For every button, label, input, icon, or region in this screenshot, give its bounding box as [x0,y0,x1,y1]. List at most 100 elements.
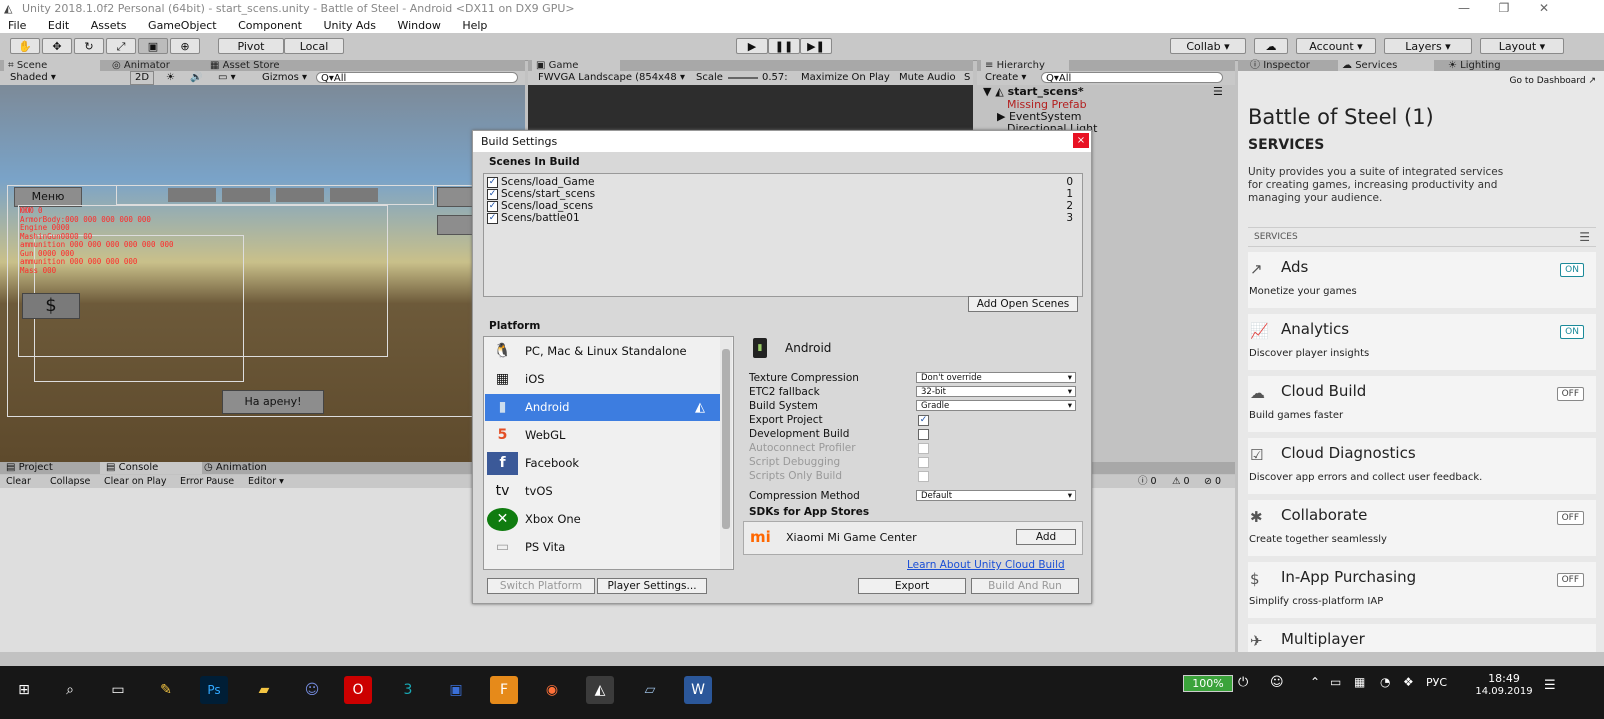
account-dropdown[interactable]: Account ▾ [1296,38,1376,54]
opera-icon[interactable]: O [344,676,372,704]
scene-view[interactable]: Меню ЮЮЮ 0 ArmorBody:000 000 000 000 000… [0,85,525,462]
tab-services[interactable]: ☁ Services [1338,60,1434,71]
language-indicator[interactable]: РУС [1426,676,1447,689]
menu-assets[interactable]: Assets [91,18,127,33]
firefox-icon[interactable]: ◉ [538,676,566,704]
platform-item[interactable]: 🐧 PC, Mac & Linux Standalone [485,338,720,365]
etc2-fallback-select[interactable]: 32-bit [916,386,1076,398]
mute-audio-toggle[interactable]: Mute Audio [899,71,956,85]
scene-row[interactable]: ✓ Scens/load_Game 0 [487,176,1079,188]
scene-checkbox[interactable]: ✓ [487,188,498,200]
clock-time[interactable]: 18:49 [1474,672,1534,685]
scale-tool-icon[interactable]: ⤢ [106,38,136,54]
service-card-iap[interactable]: $ In-App Purchasing OFF Simplify cross-p… [1248,562,1596,618]
switch-platform-button[interactable]: Switch Platform [487,578,595,594]
platform-scrollbar[interactable] [720,337,732,569]
tab-animator[interactable]: ◎ Animator [108,60,174,71]
photoshop-icon[interactable]: Ps [200,676,228,704]
service-card-ads[interactable]: ↗ Ads ON Monetize your games [1248,252,1596,308]
service-card-analytics[interactable]: 📈 Analytics ON Discover player insights [1248,314,1596,370]
tab-console[interactable]: ▤ Console [100,462,202,474]
scene-row[interactable]: ✓ Scens/load_scens 2 [487,200,1079,212]
error-pause-button[interactable]: Error Pause [180,475,234,488]
sdk-add-button[interactable]: Add [1016,529,1076,545]
menu-unity-ads[interactable]: Unity Ads [324,18,376,33]
error-count[interactable]: ⊘ 0 [1204,475,1221,488]
create-dropdown[interactable]: Create ▾ [985,71,1026,85]
lighting-toggle-icon[interactable]: ☀ [166,71,175,85]
tray-app-icon[interactable]: ▭ [1330,675,1341,689]
collapse-button[interactable]: Collapse [50,475,90,488]
dropbox-icon[interactable]: ❖ [1403,675,1414,689]
clear-button[interactable]: Clear [6,475,31,488]
notepad-app-icon[interactable]: ▱ [636,676,664,704]
unity-taskbar-icon[interactable]: ◭ [586,676,614,704]
build-system-select[interactable]: Gradle [916,400,1076,412]
build-and-run-button[interactable]: Build And Run [971,578,1079,594]
move-tool-icon[interactable]: ✥ [42,38,72,54]
transform-tool-icon[interactable]: ⊕ [170,38,200,54]
service-toggle[interactable]: OFF [1556,511,1584,525]
dialog-close-button[interactable]: × [1073,133,1089,148]
platform-item[interactable]: f Facebook [485,450,720,477]
menu-file[interactable]: File [8,18,26,33]
tab-game[interactable]: ▣ Game [532,60,620,71]
scene-checkbox[interactable]: ✓ [487,212,498,224]
tab-lighting[interactable]: ☀ Lighting [1444,60,1505,71]
hand-tool-icon[interactable]: ✋ [10,38,40,54]
resolution-dropdown[interactable]: FWVGA Landscape (854x48 ▾ [538,71,688,85]
shading-dropdown[interactable]: Shaded ▾ [10,71,120,85]
step-button[interactable]: ▶❚ [800,38,832,54]
collab-dropdown[interactable]: Collab ▾ [1170,38,1246,54]
wifi-icon[interactable]: ◔ [1380,675,1390,689]
pivot-toggle[interactable]: Pivot [218,38,284,54]
close-button[interactable]: ✕ [1524,0,1564,18]
service-card-cloud-build[interactable]: ☁ Cloud Build OFF Build games faster [1248,376,1596,432]
texture-compression-select[interactable]: Don't override [916,372,1076,384]
fl-app-icon[interactable]: F [490,676,518,704]
compression-method-select[interactable]: Default [916,490,1076,502]
clear-on-play-button[interactable]: Clear on Play [104,475,167,488]
export-button[interactable]: Export [858,578,966,594]
service-card-cloud-diagnostics[interactable]: ☑ Cloud Diagnostics Discover app errors … [1248,438,1596,494]
scene-row[interactable]: ✓ Scens/start_scens 1 [487,188,1079,200]
maximize-button[interactable]: ❐ [1484,0,1524,18]
rect-tool-icon[interactable]: ▣ [138,38,168,54]
menu-component[interactable]: Component [238,18,302,33]
platform-item[interactable]: 5 WebGL [485,422,720,449]
scene-root[interactable]: ▼ ◭ start_scens* [983,85,1084,98]
task-view-icon[interactable]: ▭ [104,676,132,704]
search-icon[interactable]: ⌕ [56,676,84,704]
windows-start-icon[interactable]: ⊞ [10,676,38,704]
scale-slider[interactable] [728,77,758,79]
hamburger-icon[interactable]: ☰ [1579,228,1590,246]
tab-animation[interactable]: ◷ Animation [204,462,267,474]
warning-count[interactable]: ⚠ 0 [1172,475,1190,488]
layout-dropdown[interactable]: Layout ▾ [1480,38,1564,54]
cloud-button[interactable]: ☁ [1254,38,1288,54]
service-card-collaborate[interactable]: ✱ Collaborate OFF Create together seamle… [1248,500,1596,556]
tray-chevron-icon[interactable]: ⌃ [1310,675,1320,689]
scene-checkbox[interactable]: ✓ [487,176,498,188]
notifications-icon[interactable]: ☰ [1544,678,1556,693]
tab-hierarchy[interactable]: ≡ Hierarchy [981,60,1069,71]
battery-indicator[interactable]: 100% [1183,675,1233,692]
learn-cloud-build-link[interactable]: Learn About Unity Cloud Build [907,559,1065,571]
effects-toggle-icon[interactable]: ▭ ▾ [218,71,236,85]
tab-project[interactable]: ▤ Project [6,462,53,474]
tab-inspector[interactable]: ⓘ Inspector [1246,60,1314,71]
service-toggle[interactable]: ON [1560,263,1584,277]
audio-toggle-icon[interactable]: 🔊 [190,71,202,85]
dashboard-link[interactable]: Go to Dashboard ↗ [1510,76,1596,86]
info-count[interactable]: ⓘ 0 [1138,475,1157,488]
floppy-app-icon[interactable]: ▣ [442,676,470,704]
service-toggle[interactable]: OFF [1556,573,1584,587]
hierarchy-menu-icon[interactable]: ☰ [1213,85,1223,98]
feather-app-icon[interactable]: ✎ [152,676,180,704]
network-icon[interactable]: ▦ [1354,675,1365,689]
hierarchy-search-input[interactable]: Q▾All [1041,72,1223,84]
scene-checkbox[interactable]: ✓ [487,200,498,212]
tab-scene[interactable]: ⌗ Scene [4,60,100,71]
service-card-multiplayer[interactable]: ✈ Multiplayer [1248,624,1596,652]
people-icon[interactable]: ☺ [1270,675,1284,690]
